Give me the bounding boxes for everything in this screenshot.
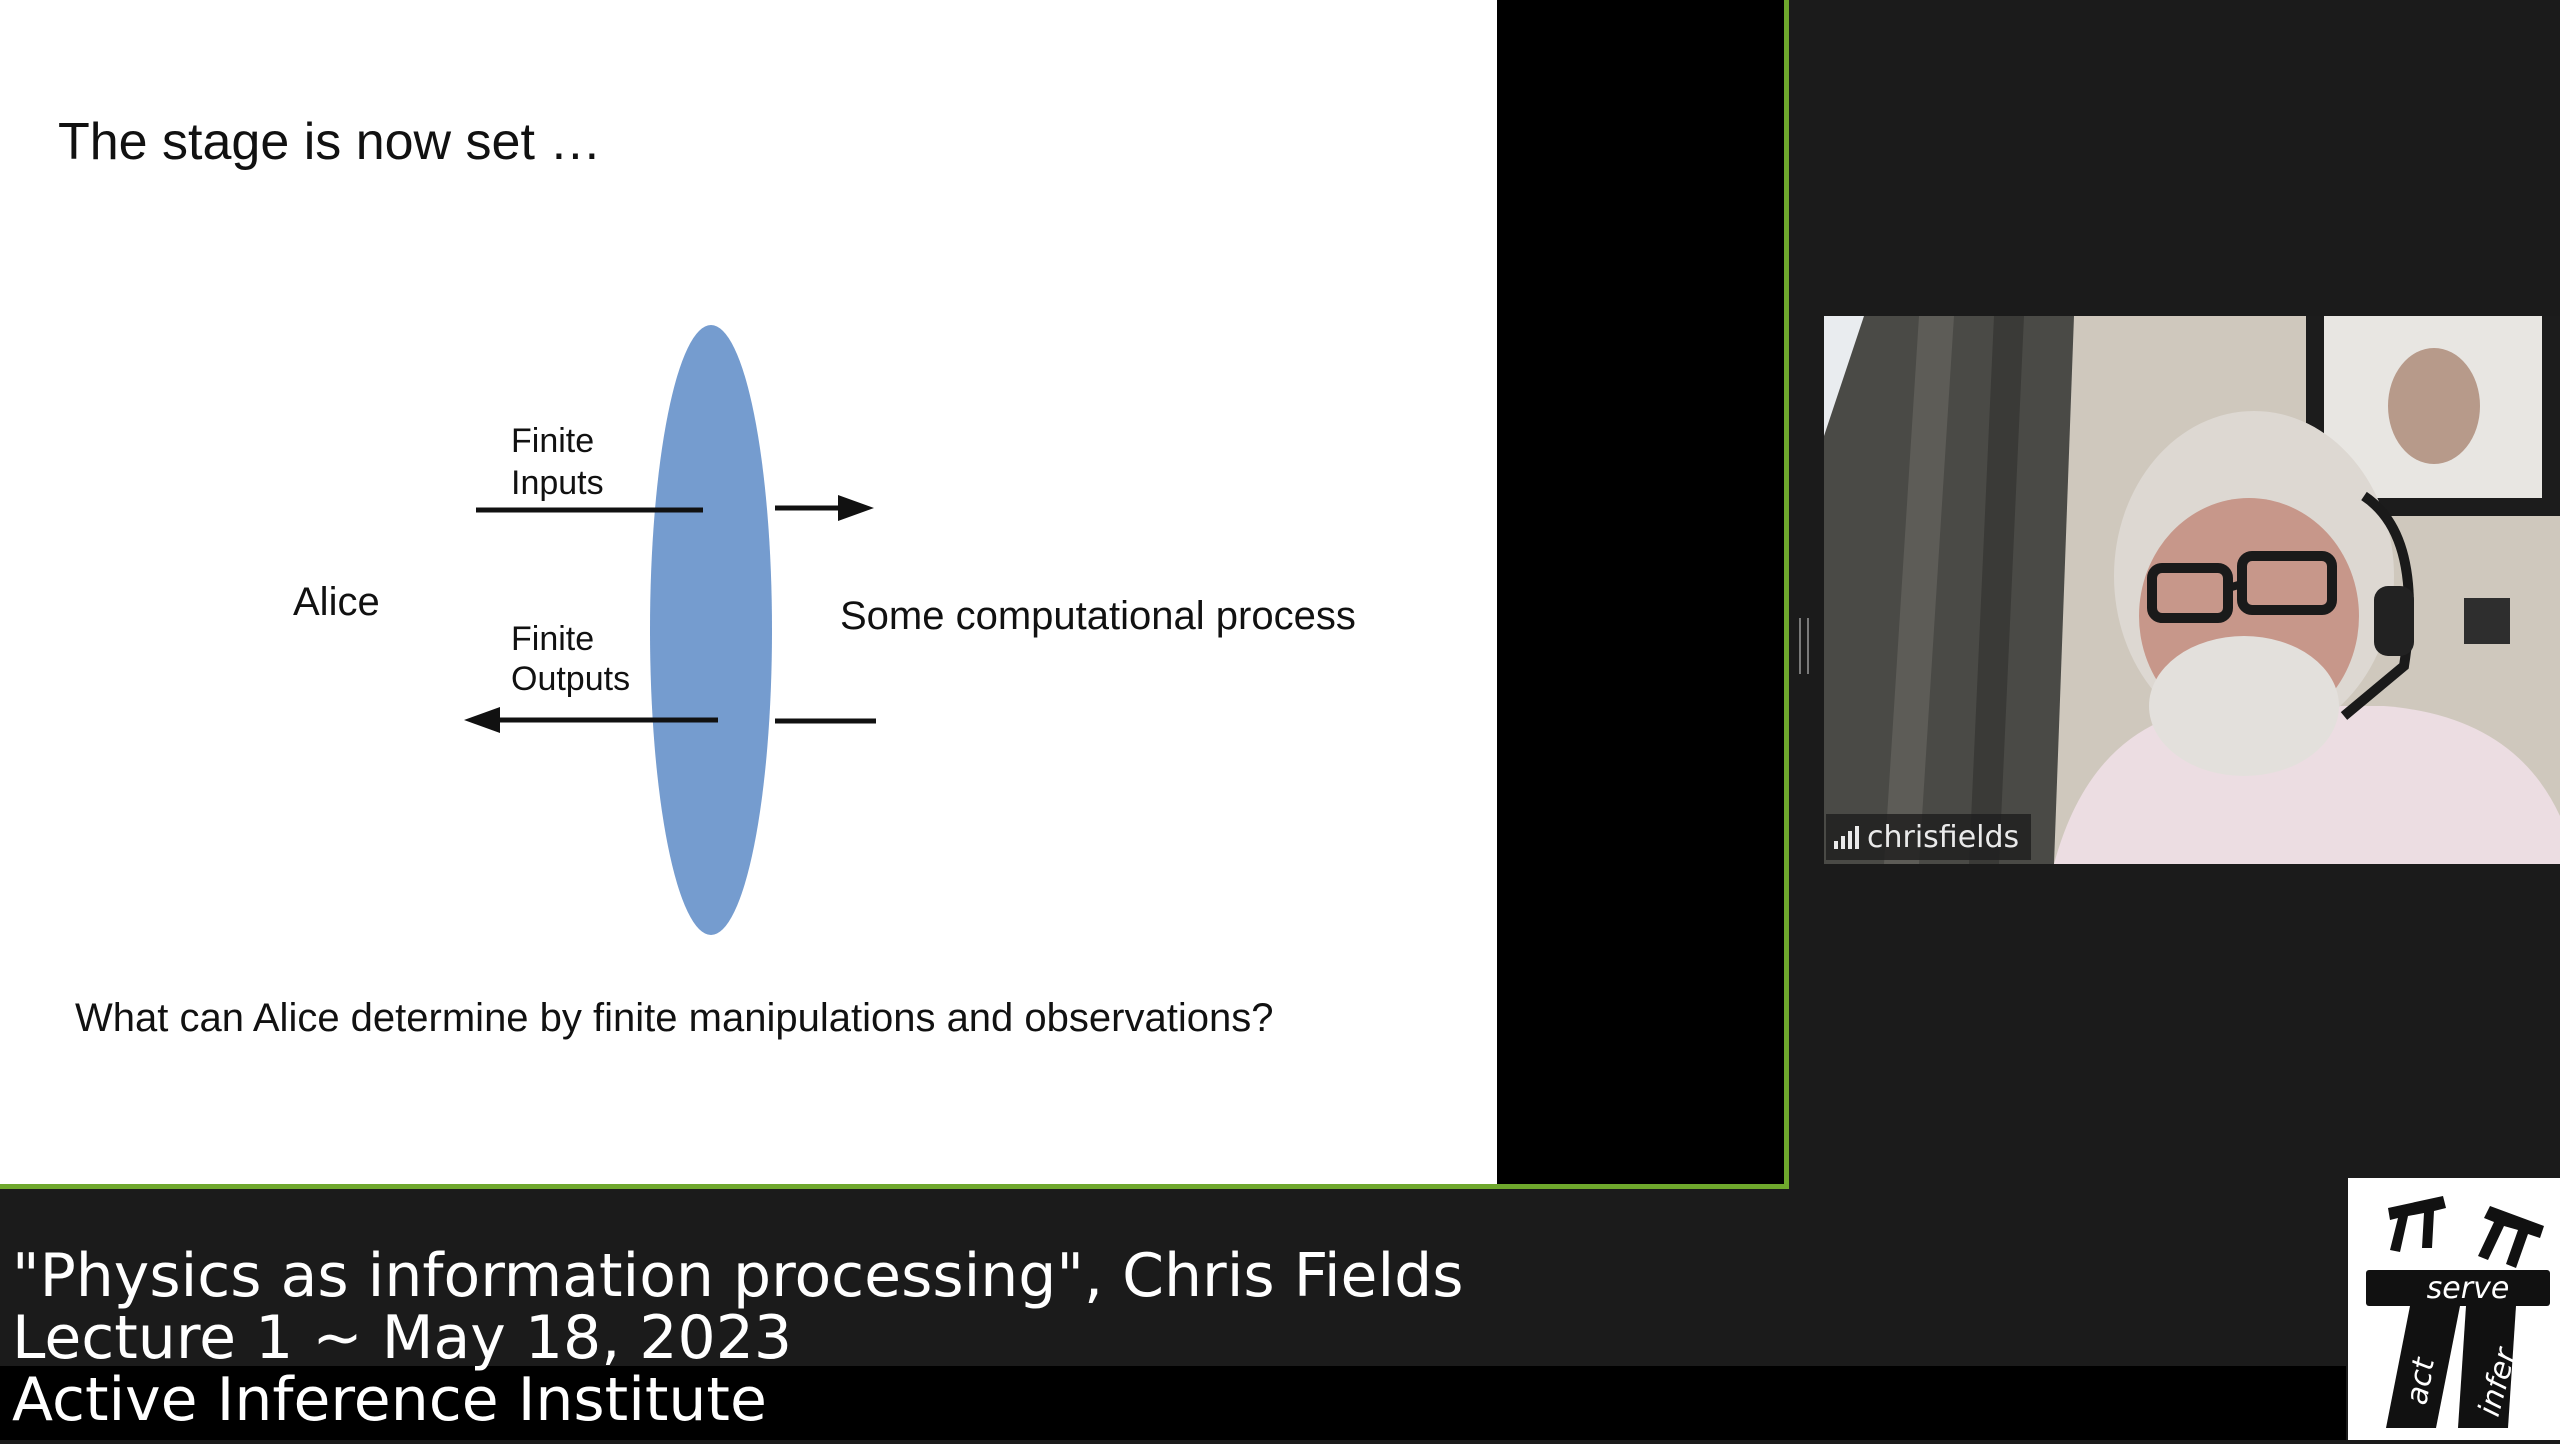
logo-word-serve: serve	[2427, 1271, 2510, 1306]
participant-name: chrisfields	[1867, 819, 2020, 855]
label-finite-outputs-line2: Outputs	[511, 660, 631, 698]
participant-name-tag: chrisfields	[1826, 814, 2032, 860]
input-arrow	[775, 495, 874, 521]
label-computational-process: Some computational process	[840, 594, 1356, 638]
participant-video-frame	[1824, 316, 2560, 864]
label-finite-inputs-line1: Finite	[511, 422, 595, 460]
label-finite-inputs: Finite Inputs	[511, 420, 604, 504]
logo-graphic: serve act infer	[2366, 1196, 2550, 1428]
slide: The stage is now set … Alice Finite Inpu…	[0, 0, 1497, 1184]
label-alice: Alice	[293, 580, 380, 624]
signal-strength-icon	[1834, 825, 1859, 849]
slide-question: What can Alice determine by finite manip…	[75, 996, 1274, 1040]
shared-screen: The stage is now set … Alice Finite Inpu…	[0, 0, 1789, 1189]
caption-title: "Physics as information processing", Chr…	[12, 1241, 1464, 1311]
active-inference-logo-icon: serve act infer	[2348, 1178, 2560, 1440]
caption-organization: Active Inference Institute	[12, 1365, 767, 1435]
label-finite-outputs: Finite Outputs	[511, 619, 630, 699]
label-finite-outputs-line1: Finite	[511, 620, 595, 658]
boundary-lens	[650, 325, 772, 935]
label-finite-inputs-line2: Inputs	[511, 464, 604, 502]
caption-lecture: Lecture 1 ~ May 18, 2023	[12, 1303, 793, 1373]
panel-resize-handle[interactable]	[1799, 618, 1809, 674]
participant-video[interactable]	[1824, 316, 2560, 864]
